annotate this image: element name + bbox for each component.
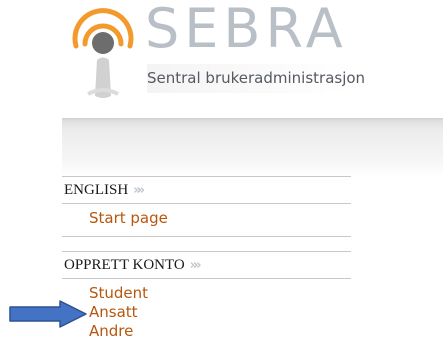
link-ansatt[interactable]: Ansatt [62,303,351,322]
side-menu: ENGLISH » » Start page OPPRETT KONTO » »… [62,176,351,341]
logo-subtitle: Sentral brukeradministrasjon [147,64,443,93]
section-header-label: OPPRETT KONTO [64,256,185,273]
menu-spacer [62,237,351,251]
chevron-icon: » [136,182,146,198]
logo-title: SEBRA [145,0,348,60]
sebra-logo-icon [72,8,134,98]
english-links: Start page [62,204,351,237]
blue-arrow-icon [9,300,87,328]
chevron-icon: » [193,257,202,273]
link-start-page[interactable]: Start page [62,209,351,228]
header-band [62,118,443,178]
link-andre[interactable]: Andre [62,322,351,341]
link-student[interactable]: Student [62,284,351,303]
section-header-label: ENGLISH [64,181,129,198]
section-header-opprett-konto[interactable]: OPPRETT KONTO » » [62,251,351,279]
opprett-konto-links: Student Ansatt Andre [62,279,351,341]
section-header-english[interactable]: ENGLISH » » [62,176,351,204]
